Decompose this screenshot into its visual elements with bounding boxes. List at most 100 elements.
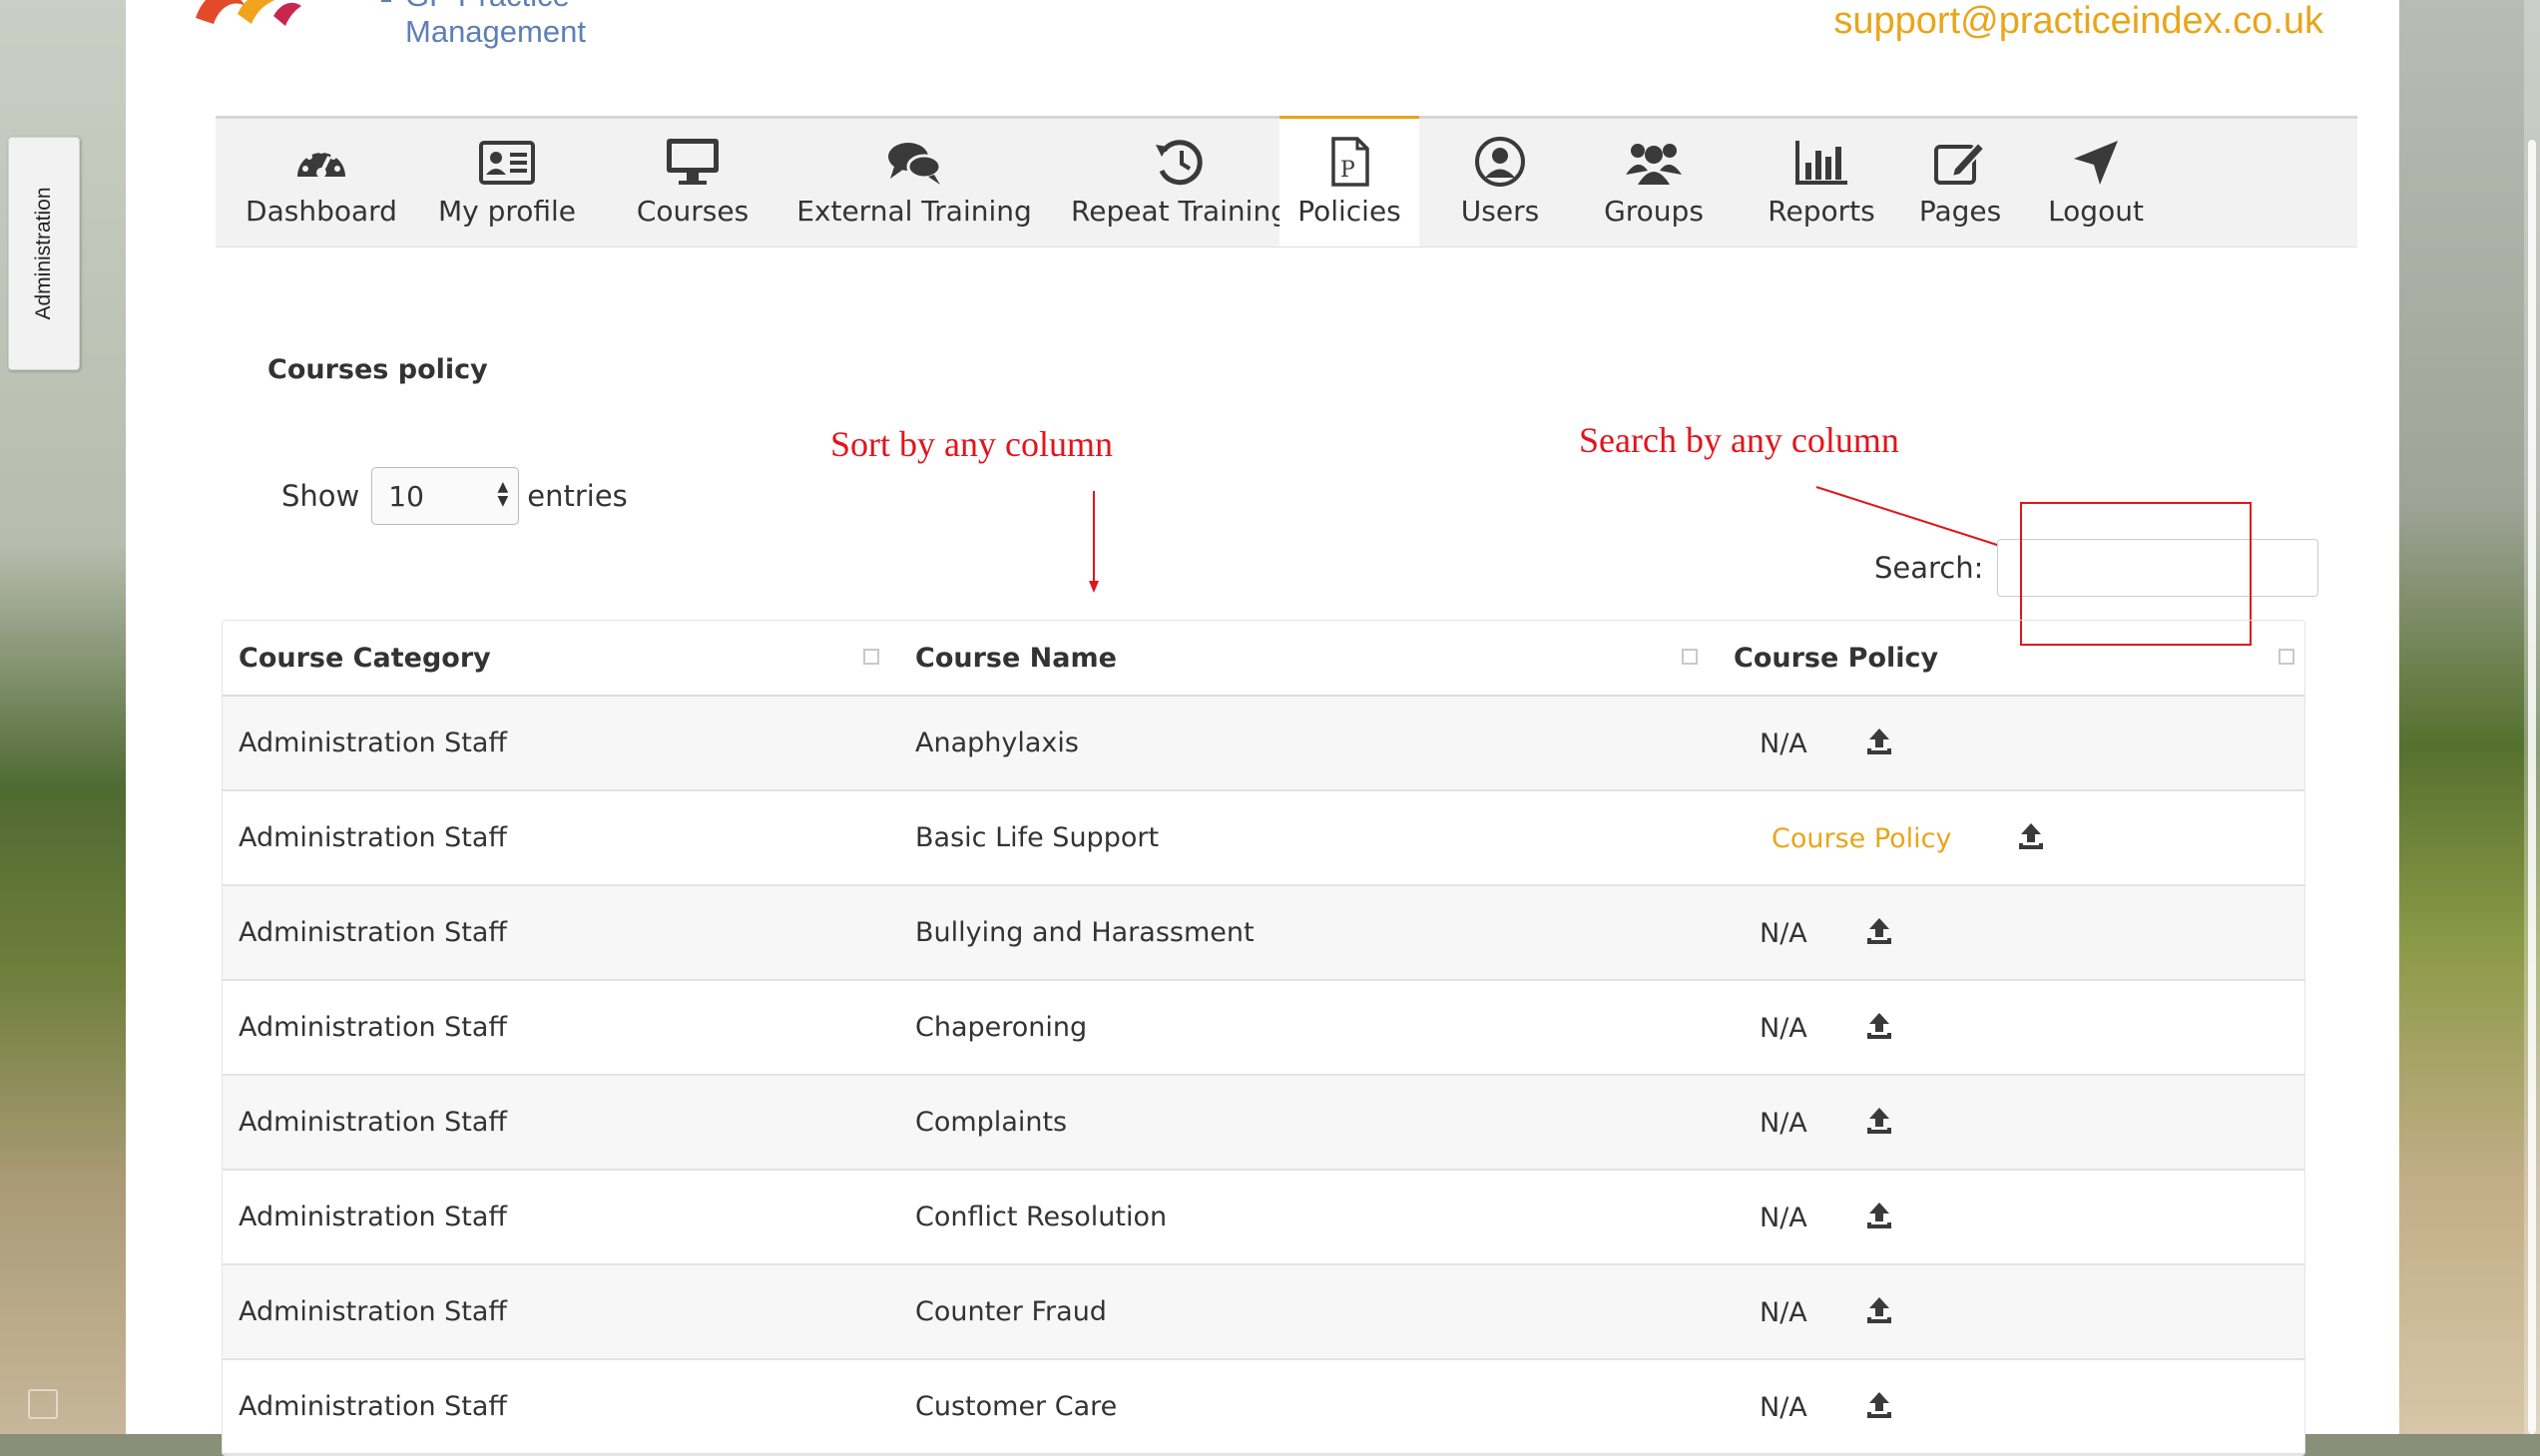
nav-label: Logout xyxy=(2048,195,2144,228)
logo-text: GP Practice Management xyxy=(405,0,586,49)
course-name-cell: Counter Fraud xyxy=(899,1264,1718,1360)
course-category-cell: Administration Staff xyxy=(223,1170,899,1265)
nav-users[interactable]: Users xyxy=(1435,119,1565,246)
course-category-cell: Administration Staff xyxy=(223,885,899,981)
course-name-cell: Complaints xyxy=(899,1075,1718,1171)
id-card-icon xyxy=(479,141,535,185)
nav-courses[interactable]: Courses xyxy=(607,119,778,246)
nav-repeat-training[interactable]: Repeat Training xyxy=(1050,119,1309,246)
group-icon xyxy=(1626,144,1682,185)
nav-my-profile[interactable]: My profile xyxy=(421,119,593,246)
course-category-cell: Administration Staff xyxy=(223,1075,899,1171)
sort-icon[interactable] xyxy=(863,649,879,665)
nav-dashboard[interactable]: Dashboard xyxy=(236,119,407,246)
course-name-cell: Anaphylaxis xyxy=(899,696,1718,791)
course-name-cell: Conflict Resolution xyxy=(899,1170,1718,1265)
column-header-course-category[interactable]: Course Category xyxy=(223,621,899,697)
upload-icon[interactable] xyxy=(2017,821,2045,851)
logo[interactable]: GP Practice Management xyxy=(186,0,745,49)
policy-value: N/A xyxy=(1760,1203,1807,1233)
column-header-label: Course Name xyxy=(915,642,1117,674)
course-policy-cell: N/A xyxy=(1718,1264,2304,1360)
upload-icon[interactable] xyxy=(1865,1295,1893,1325)
nav-logout[interactable]: Logout xyxy=(2026,119,2166,246)
course-category-cell: Administration Staff xyxy=(223,1264,899,1360)
scrollbar-thumb[interactable] xyxy=(2528,140,2536,1434)
column-header-course-name[interactable]: Course Name xyxy=(899,621,1718,697)
nav-label: Dashboard xyxy=(246,195,397,228)
entries-select-value: 10 xyxy=(388,480,424,513)
nav-label: My profile xyxy=(437,195,577,228)
upload-icon[interactable] xyxy=(1865,916,1893,946)
support-email-link[interactable]: support@practiceindex.co.uk xyxy=(1833,0,2323,43)
table-row: Administration Staff Basic Life Support … xyxy=(223,790,2304,886)
main-page: GP Practice Management support@practicei… xyxy=(126,0,2399,1456)
nav-label: External Training xyxy=(796,195,1032,228)
sort-annotation-arrow xyxy=(1089,491,1099,593)
course-policy-cell: Course Policy xyxy=(1718,790,2304,886)
column-header-course-policy[interactable]: Course Policy xyxy=(1718,621,2304,697)
upload-icon[interactable] xyxy=(1865,1390,1893,1420)
chat-bubbles-icon xyxy=(888,143,942,185)
sort-icon[interactable] xyxy=(1682,649,1698,665)
course-category-cell: Administration Staff xyxy=(223,790,899,886)
main-nav: Dashboard My profile Courses External Tr… xyxy=(216,116,2357,247)
upload-icon[interactable] xyxy=(1865,1201,1893,1230)
course-policy-cell: N/A xyxy=(1718,1359,2304,1455)
nav-label: Courses xyxy=(636,195,750,228)
course-name-cell: Chaperoning xyxy=(899,980,1718,1076)
course-category-cell: Administration Staff xyxy=(223,980,899,1076)
administration-side-tab[interactable]: Administration xyxy=(8,137,80,370)
nav-external-training[interactable]: External Training xyxy=(786,119,1042,246)
nav-policies[interactable]: P Policies xyxy=(1279,116,1419,246)
upload-icon[interactable] xyxy=(1865,1106,1893,1136)
nav-groups[interactable]: Groups xyxy=(1569,119,1739,246)
select-arrows-icon: ▲ ▼ xyxy=(497,479,509,509)
dashboard-icon xyxy=(297,148,345,178)
policy-value: N/A xyxy=(1760,918,1807,949)
nav-label: Users xyxy=(1460,195,1540,228)
entries-label: entries xyxy=(527,479,628,513)
table-row: Administration Staff Anaphylaxis N/A xyxy=(223,696,2304,791)
corner-widget-icon[interactable] xyxy=(28,1389,58,1419)
policy-value: N/A xyxy=(1760,1297,1807,1328)
background-right xyxy=(2399,0,2540,1434)
course-category-cell: Administration Staff xyxy=(223,1359,899,1455)
column-header-label: Course Category xyxy=(239,642,491,674)
policy-value: N/A xyxy=(1760,728,1807,759)
nav-label: Repeat Training xyxy=(1071,195,1288,228)
course-policy-cell: N/A xyxy=(1718,696,2304,791)
upload-icon[interactable] xyxy=(1865,727,1893,756)
course-policy-cell: N/A xyxy=(1718,980,2304,1076)
edit-page-icon xyxy=(1934,141,1986,185)
table-row: Administration Staff Bullying and Harass… xyxy=(223,885,2304,981)
policy-value: N/A xyxy=(1760,1013,1807,1044)
table-row: Administration Staff Customer Care N/A xyxy=(223,1359,2304,1455)
search-label: Search: xyxy=(1874,551,1984,585)
bar-chart-icon xyxy=(1795,141,1847,185)
course-policy-cell: N/A xyxy=(1718,1170,2304,1265)
course-policy-cell: N/A xyxy=(1718,885,2304,981)
entries-select[interactable]: 10 ▲ ▼ xyxy=(371,467,520,525)
nav-pages[interactable]: Pages xyxy=(1896,119,2024,246)
nav-label: Groups xyxy=(1604,195,1704,228)
upload-icon[interactable] xyxy=(1865,1011,1893,1041)
course-policy-cell: N/A xyxy=(1718,1075,2304,1171)
nav-label: Reports xyxy=(1768,195,1875,228)
course-name-cell: Bullying and Harassment xyxy=(899,885,1718,981)
entries-length-control: Show 10 ▲ ▼ entries xyxy=(281,467,628,525)
policy-document-icon: P xyxy=(1331,137,1369,187)
table-row: Administration Staff Complaints N/A xyxy=(223,1075,2304,1171)
table-row: Administration Staff Conflict Resolution… xyxy=(223,1170,2304,1265)
history-icon xyxy=(1156,140,1203,186)
table-header-row: Course Category Course Name Course Polic… xyxy=(223,621,2304,697)
policy-value: N/A xyxy=(1760,1392,1807,1423)
course-name-cell: Basic Life Support xyxy=(899,790,1718,886)
nav-label: Policies xyxy=(1297,195,1401,228)
sort-icon[interactable] xyxy=(2279,649,2294,665)
logo-bar xyxy=(381,0,391,2)
nav-reports[interactable]: Reports xyxy=(1747,119,1896,246)
search-annotation: Search by any column xyxy=(1579,420,1899,460)
column-header-label: Course Policy xyxy=(1734,642,1939,674)
course-policy-link[interactable]: Course Policy xyxy=(1772,823,1952,854)
